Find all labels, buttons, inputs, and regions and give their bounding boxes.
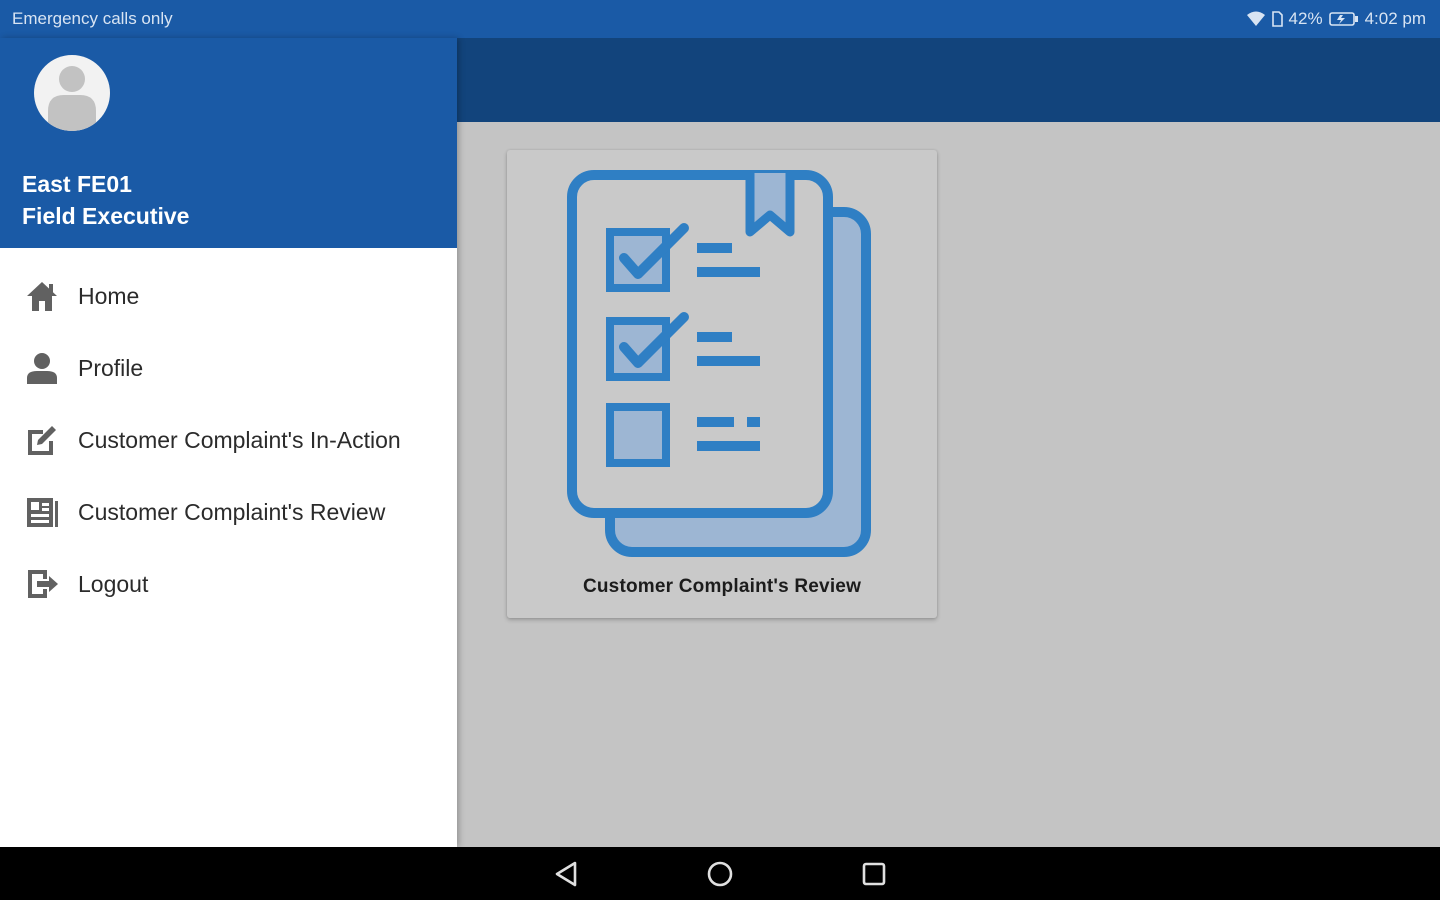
wifi-icon [1246,11,1265,26]
main-content: Customer Complaint's Review [457,122,1440,847]
user-name: East FE01 [22,171,132,197]
back-icon [555,861,577,886]
card-label: Customer Complaint's Review [582,576,862,597]
menu-item-complaint-in-action[interactable]: Customer Complaint's In-Action [0,404,457,476]
menu-item-home[interactable]: Home [0,260,457,332]
checklist-document-icon [567,170,871,557]
nav-home-button[interactable] [698,852,742,896]
logout-icon [24,566,60,602]
carrier-text: Emergency calls only [12,9,173,28]
menu-item-label: Home [78,282,140,309]
nav-back-button[interactable] [544,852,588,896]
home-icon [24,278,60,314]
recents-icon [862,862,886,885]
nav-recents-button[interactable] [852,852,896,896]
menu-item-profile[interactable]: Profile [0,332,457,404]
complaint-review-card[interactable]: Customer Complaint's Review [507,150,937,618]
status-time: 4:02 pm [1364,9,1426,28]
status-indicators: 42% 4:02 pm [1246,9,1426,29]
menu-item-logout[interactable]: Logout [0,548,457,620]
screen: Emergency calls only 42% 4:02 pm Custome… [0,0,1440,900]
avatar[interactable] [34,55,110,131]
system-nav-bar [0,847,1440,900]
review-list-icon [24,494,60,530]
navigation-drawer: East FE01 Field Executive Home Profile C… [0,38,457,847]
battery-icon [1328,12,1358,26]
drawer-menu: Home Profile Customer Complaint's In-Act… [0,248,457,620]
menu-item-label: Logout [78,570,149,597]
user-role: Field Executive [22,203,190,229]
sim-icon [1271,11,1283,27]
menu-item-label: Customer Complaint's In-Action [78,426,401,453]
menu-item-label: Customer Complaint's Review [78,498,386,525]
battery-percent: 42% [1288,9,1323,28]
drawer-header: East FE01 Field Executive [0,38,457,248]
person-avatar-icon [48,66,96,131]
app-bar [457,38,1440,122]
home-circle-icon [707,861,733,886]
status-bar: Emergency calls only 42% 4:02 pm [0,0,1440,38]
menu-item-label: Profile [78,354,144,381]
edit-icon [24,422,60,458]
menu-item-complaint-review[interactable]: Customer Complaint's Review [0,476,457,548]
person-icon [24,350,60,386]
